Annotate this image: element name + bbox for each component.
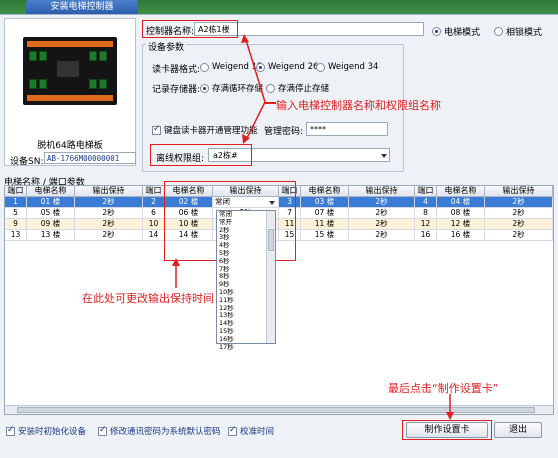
- dropdown-scrollbar[interactable]: [266, 211, 275, 343]
- scroll-thumb[interactable]: [17, 407, 535, 413]
- elevator-mode-radio[interactable]: 电梯模式: [432, 25, 480, 38]
- sn-value: AB-1766M00000001: [44, 152, 136, 164]
- list-item[interactable]: 5秒: [217, 250, 267, 258]
- list-item[interactable]: 常开: [217, 219, 267, 227]
- lock-mode-radio[interactable]: 相锁模式: [494, 25, 542, 38]
- sn-label: 设备SN:: [10, 157, 44, 167]
- col-header[interactable]: 端口: [415, 186, 437, 197]
- list-item[interactable]: 10秒: [217, 289, 267, 297]
- col-header[interactable]: 电梯名称: [27, 186, 75, 197]
- chevron-down-icon: [381, 154, 387, 158]
- title-bar: 安装电梯控制器: [0, 0, 558, 14]
- reader-format-label: 读卡器格式:: [152, 65, 201, 75]
- list-item[interactable]: 12秒: [217, 305, 267, 313]
- scroll-thumb[interactable]: [268, 229, 274, 251]
- radio-icon: [432, 27, 441, 36]
- list-item[interactable]: 4秒: [217, 242, 267, 250]
- list-item[interactable]: 17秒: [217, 344, 267, 352]
- list-item[interactable]: 14秒: [217, 320, 267, 328]
- horizontal-scrollbar[interactable]: [5, 405, 553, 414]
- col-header[interactable]: 电梯名称: [437, 186, 485, 197]
- input-hint-annotation: 输入电梯控制器名称和权限组名称: [276, 99, 441, 112]
- col-header[interactable]: 电梯名称: [301, 186, 349, 197]
- radio-icon: [494, 27, 503, 36]
- col-header[interactable]: 端口: [143, 186, 165, 197]
- list-item[interactable]: 3秒: [217, 234, 267, 242]
- list-item[interactable]: 6秒: [217, 258, 267, 266]
- hold-hint-annotation: 在此处可更改输出保持时间: [82, 292, 214, 305]
- controller-board-image: [23, 37, 117, 105]
- list-item[interactable]: 9秒: [217, 281, 267, 289]
- sync-time-checkbox[interactable]: 校准时间: [228, 425, 274, 437]
- col-header[interactable]: 输出保持: [349, 186, 415, 197]
- col-header[interactable]: 输出保持: [75, 186, 143, 197]
- list-item[interactable]: 2秒: [217, 227, 267, 235]
- storage-label: 记录存储器:: [152, 85, 201, 95]
- reset-password-checkbox[interactable]: 修改通讯密码为系统默认密码: [98, 425, 221, 437]
- hold-time-dropdown[interactable]: 常闭 常开 2秒 3秒 4秒 5秒 6秒 7秒 8秒 9秒 10秒 11秒 12…: [216, 210, 276, 350]
- list-item[interactable]: 11秒: [217, 297, 267, 305]
- col-header[interactable]: 端口: [5, 186, 27, 197]
- list-item[interactable]: 7秒: [217, 266, 267, 274]
- window-title: 安装电梯控制器: [26, 0, 138, 14]
- params-group-title: 设备参数: [146, 40, 187, 53]
- install-dialog: 安装电梯控制器 脱机64路电梯板 设备SN: AB-1766M00000001 …: [0, 0, 558, 458]
- exit-button[interactable]: 退出: [494, 422, 542, 438]
- make-card-highlight: [402, 420, 492, 440]
- arrow-down-annotation-icon: [446, 394, 454, 420]
- list-item[interactable]: 8秒: [217, 273, 267, 281]
- list-item[interactable]: 16秒: [217, 336, 267, 344]
- arrow-annotation-icon: [241, 34, 266, 144]
- password-input[interactable]: ****: [306, 122, 388, 136]
- arrow-up-annotation-icon: [172, 258, 180, 288]
- col-header[interactable]: 输出保持: [485, 186, 553, 197]
- list-item[interactable]: 常闭: [217, 211, 267, 219]
- name-highlight: [142, 20, 238, 38]
- offline-highlight: [150, 144, 252, 166]
- list-item[interactable]: 15秒: [217, 328, 267, 336]
- device-name: 脱机64路电梯板: [37, 141, 103, 151]
- list-item[interactable]: 13秒: [217, 312, 267, 320]
- reader-wg34-radio[interactable]: Weigend 34: [316, 62, 378, 72]
- init-device-checkbox[interactable]: 安装时初始化设备: [6, 425, 86, 437]
